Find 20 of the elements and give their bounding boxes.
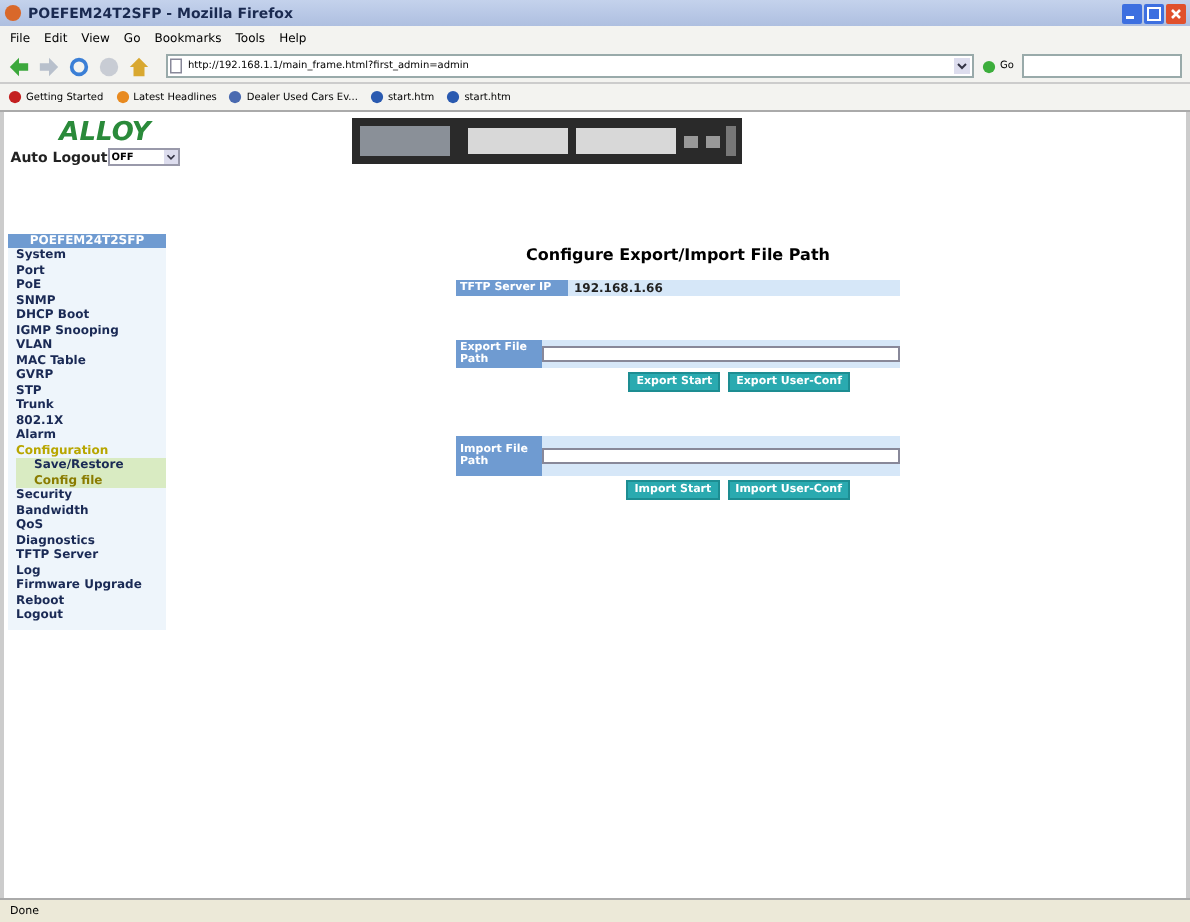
input-field[interactable] bbox=[542, 346, 900, 362]
close-icon[interactable] bbox=[1166, 3, 1186, 23]
logo: ALLOY bbox=[59, 118, 151, 148]
bookmark-icon bbox=[8, 90, 22, 104]
go-icon bbox=[982, 59, 996, 73]
minimize-icon[interactable] bbox=[1122, 3, 1142, 23]
dropdown-icon[interactable] bbox=[163, 150, 178, 164]
search-field[interactable] bbox=[1021, 54, 1182, 78]
page-title: Configure Export/Import File Path bbox=[524, 246, 832, 264]
home-icon[interactable] bbox=[128, 55, 150, 77]
back-icon[interactable] bbox=[8, 55, 30, 77]
reload-icon[interactable] bbox=[68, 55, 90, 77]
input-field[interactable] bbox=[542, 448, 900, 464]
page-icon bbox=[170, 58, 182, 74]
bookmark-icon bbox=[228, 90, 243, 104]
bookmark-icon bbox=[446, 90, 461, 104]
dropdown-icon[interactable] bbox=[954, 58, 970, 74]
bookmark-icon bbox=[369, 90, 384, 104]
maximize-icon[interactable] bbox=[1144, 3, 1164, 23]
bookmark-icon bbox=[115, 90, 130, 104]
